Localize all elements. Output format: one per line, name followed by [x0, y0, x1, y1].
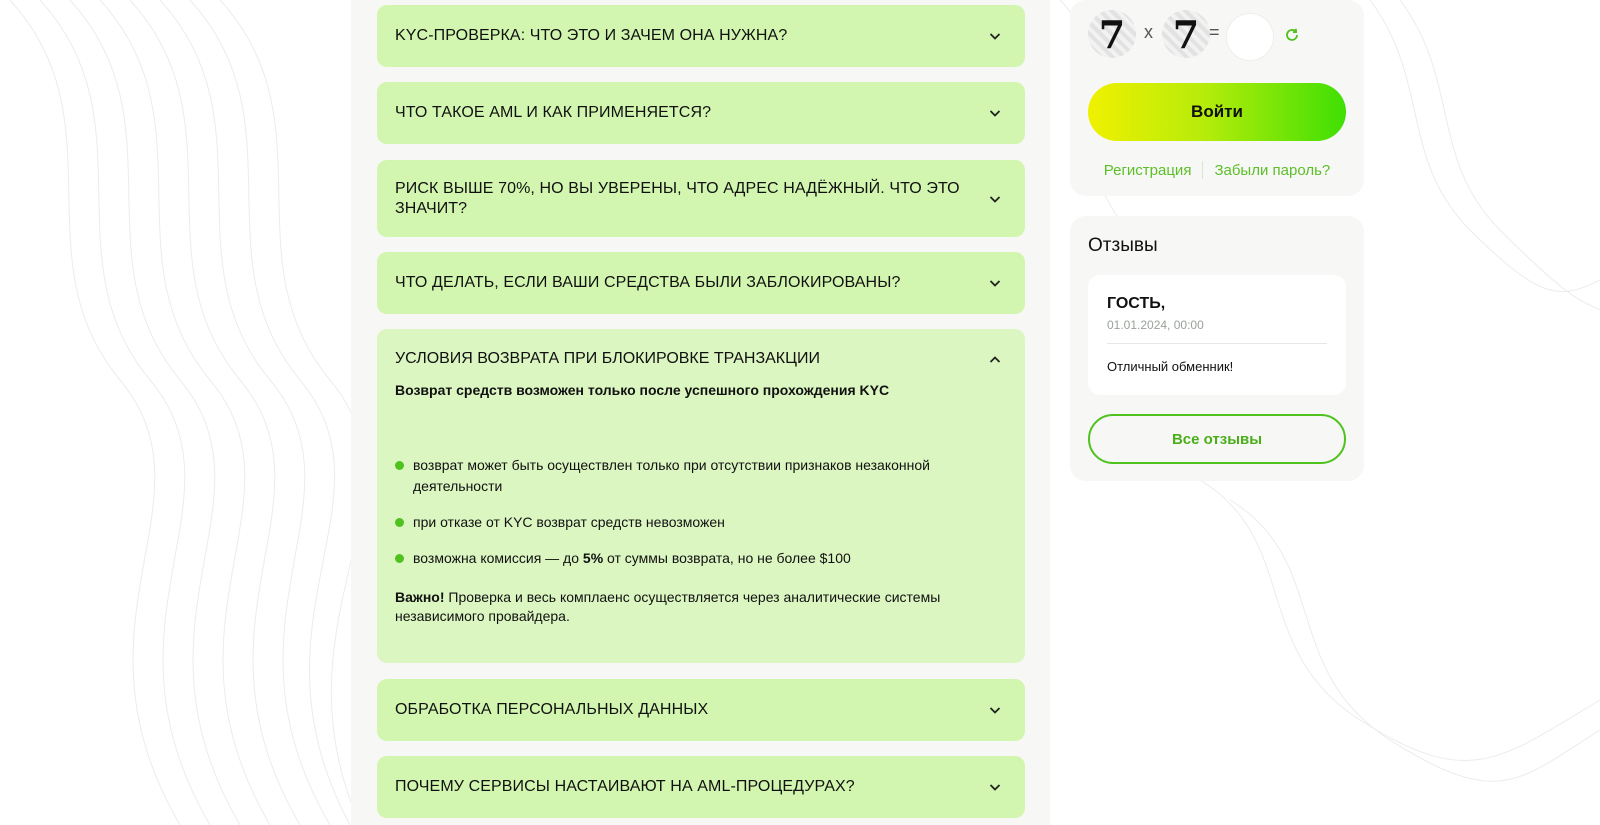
faq-item-blocked[interactable]: ЧТО ДЕЛАТЬ, ЕСЛИ ВАШИ СРЕДСТВА БЫЛИ ЗАБЛ…: [377, 252, 1025, 314]
divider: [1202, 161, 1204, 179]
commission-prefix: возможна комиссия — до: [413, 550, 583, 566]
faq-item-aml[interactable]: ЧТО ТАКОЕ AML И КАК ПРИМЕНЯЕТСЯ?: [377, 82, 1025, 144]
list-item: возможна комиссия — до 5% от суммы возвр…: [395, 548, 995, 569]
chevron-down-icon: [989, 707, 1001, 714]
list-item: при отказе от KYC возврат средств невозм…: [395, 512, 995, 533]
faq-item-kyc[interactable]: KYC-ПРОВЕРКА: ЧТО ЭТО И ЗАЧЕМ ОНА НУЖНА?: [377, 5, 1025, 67]
auth-links: Регистрация Забыли пароль?: [1088, 159, 1346, 181]
faq-answer-lead: Возврат средств возможен только после ус…: [395, 382, 890, 398]
review-date: 01.01.2024, 00:00: [1107, 318, 1204, 332]
chevron-down-icon: [989, 33, 1001, 40]
chevron-down-icon: [989, 280, 1001, 287]
all-reviews-button[interactable]: Все отзывы: [1088, 414, 1346, 464]
faq-item-personal-data[interactable]: ОБРАБОТКА ПЕРСОНАЛЬНЫХ ДАННЫХ: [377, 679, 1025, 741]
faq-question: KYC-ПРОВЕРКА: ЧТО ЭТО И ЗАЧЕМ ОНА НУЖНА?: [395, 27, 788, 44]
note-text: Проверка и весь комплаенс осуществляется…: [395, 589, 941, 624]
faq-item-aml-why[interactable]: ПОЧЕМУ СЕРВИСЫ НАСТАИВАЮТ НА AML-ПРОЦЕДУ…: [377, 756, 1025, 818]
list-item: возврат может быть осуществлен только пр…: [395, 455, 995, 497]
divider: [1107, 343, 1327, 344]
faq-question: УСЛОВИЯ ВОЗВРАТА ПРИ БЛОКИРОВКЕ ТРАНЗАКЦ…: [395, 350, 820, 367]
commission-suffix: от суммы возврата, но не более $100: [603, 550, 851, 566]
register-link[interactable]: Регистрация: [1104, 162, 1192, 179]
note-label: Важно!: [395, 589, 445, 605]
chevron-down-icon: [989, 195, 1001, 203]
login-button[interactable]: Войти: [1088, 83, 1346, 141]
chevron-down-icon: [989, 784, 1001, 791]
reviews-title: Отзывы: [1088, 235, 1158, 256]
faq-answer-note: Важно! Проверка и весь комплаенс осущест…: [395, 588, 995, 626]
faq-item-risk[interactable]: РИСК ВЫШЕ 70%, НО ВЫ УВЕРЕНЫ, ЧТО АДРЕС …: [377, 160, 1025, 237]
faq-item-refund-open[interactable]: УСЛОВИЯ ВОЗВРАТА ПРИ БЛОКИРОВКЕ ТРАНЗАКЦ…: [377, 329, 1025, 663]
review-item: ГОСТЬ, 01.01.2024, 00:00 Отличный обменн…: [1088, 275, 1346, 395]
review-text: Отличный обменник!: [1107, 359, 1234, 374]
faq-question: ЧТО ТАКОЕ AML И КАК ПРИМЕНЯЕТСЯ?: [395, 104, 712, 121]
faq-question: ПОЧЕМУ СЕРВИСЫ НАСТАИВАЮТ НА AML-ПРОЦЕДУ…: [395, 778, 855, 795]
captcha-operator: x: [1144, 22, 1153, 42]
captcha-digit-b: 7: [1162, 10, 1210, 58]
faq-question: ЧТО ДЕЛАТЬ, ЕСЛИ ВАШИ СРЕДСТВА БЫЛИ ЗАБЛ…: [395, 274, 901, 291]
faq-question: РИСК ВЫШЕ 70%, НО ВЫ УВЕРЕНЫ, ЧТО АДРЕС …: [395, 179, 960, 217]
chevron-down-icon: [989, 110, 1001, 117]
faq-question: ОБРАБОТКА ПЕРСОНАЛЬНЫХ ДАННЫХ: [395, 701, 709, 718]
captcha: 7 x 7 =: [1088, 10, 1308, 62]
refresh-icon[interactable]: [1283, 26, 1301, 44]
commission-percent: 5%: [582, 550, 604, 566]
review-author: ГОСТЬ,: [1107, 295, 1166, 312]
captcha-answer-input[interactable]: [1226, 13, 1274, 61]
captcha-digit-a: 7: [1088, 10, 1136, 58]
forgot-password-link[interactable]: Забыли пароль?: [1214, 162, 1330, 179]
chevron-up-icon: [989, 356, 1001, 363]
faq-answer-list: возврат может быть осуществлен только пр…: [395, 455, 995, 584]
captcha-equals: =: [1209, 22, 1220, 42]
